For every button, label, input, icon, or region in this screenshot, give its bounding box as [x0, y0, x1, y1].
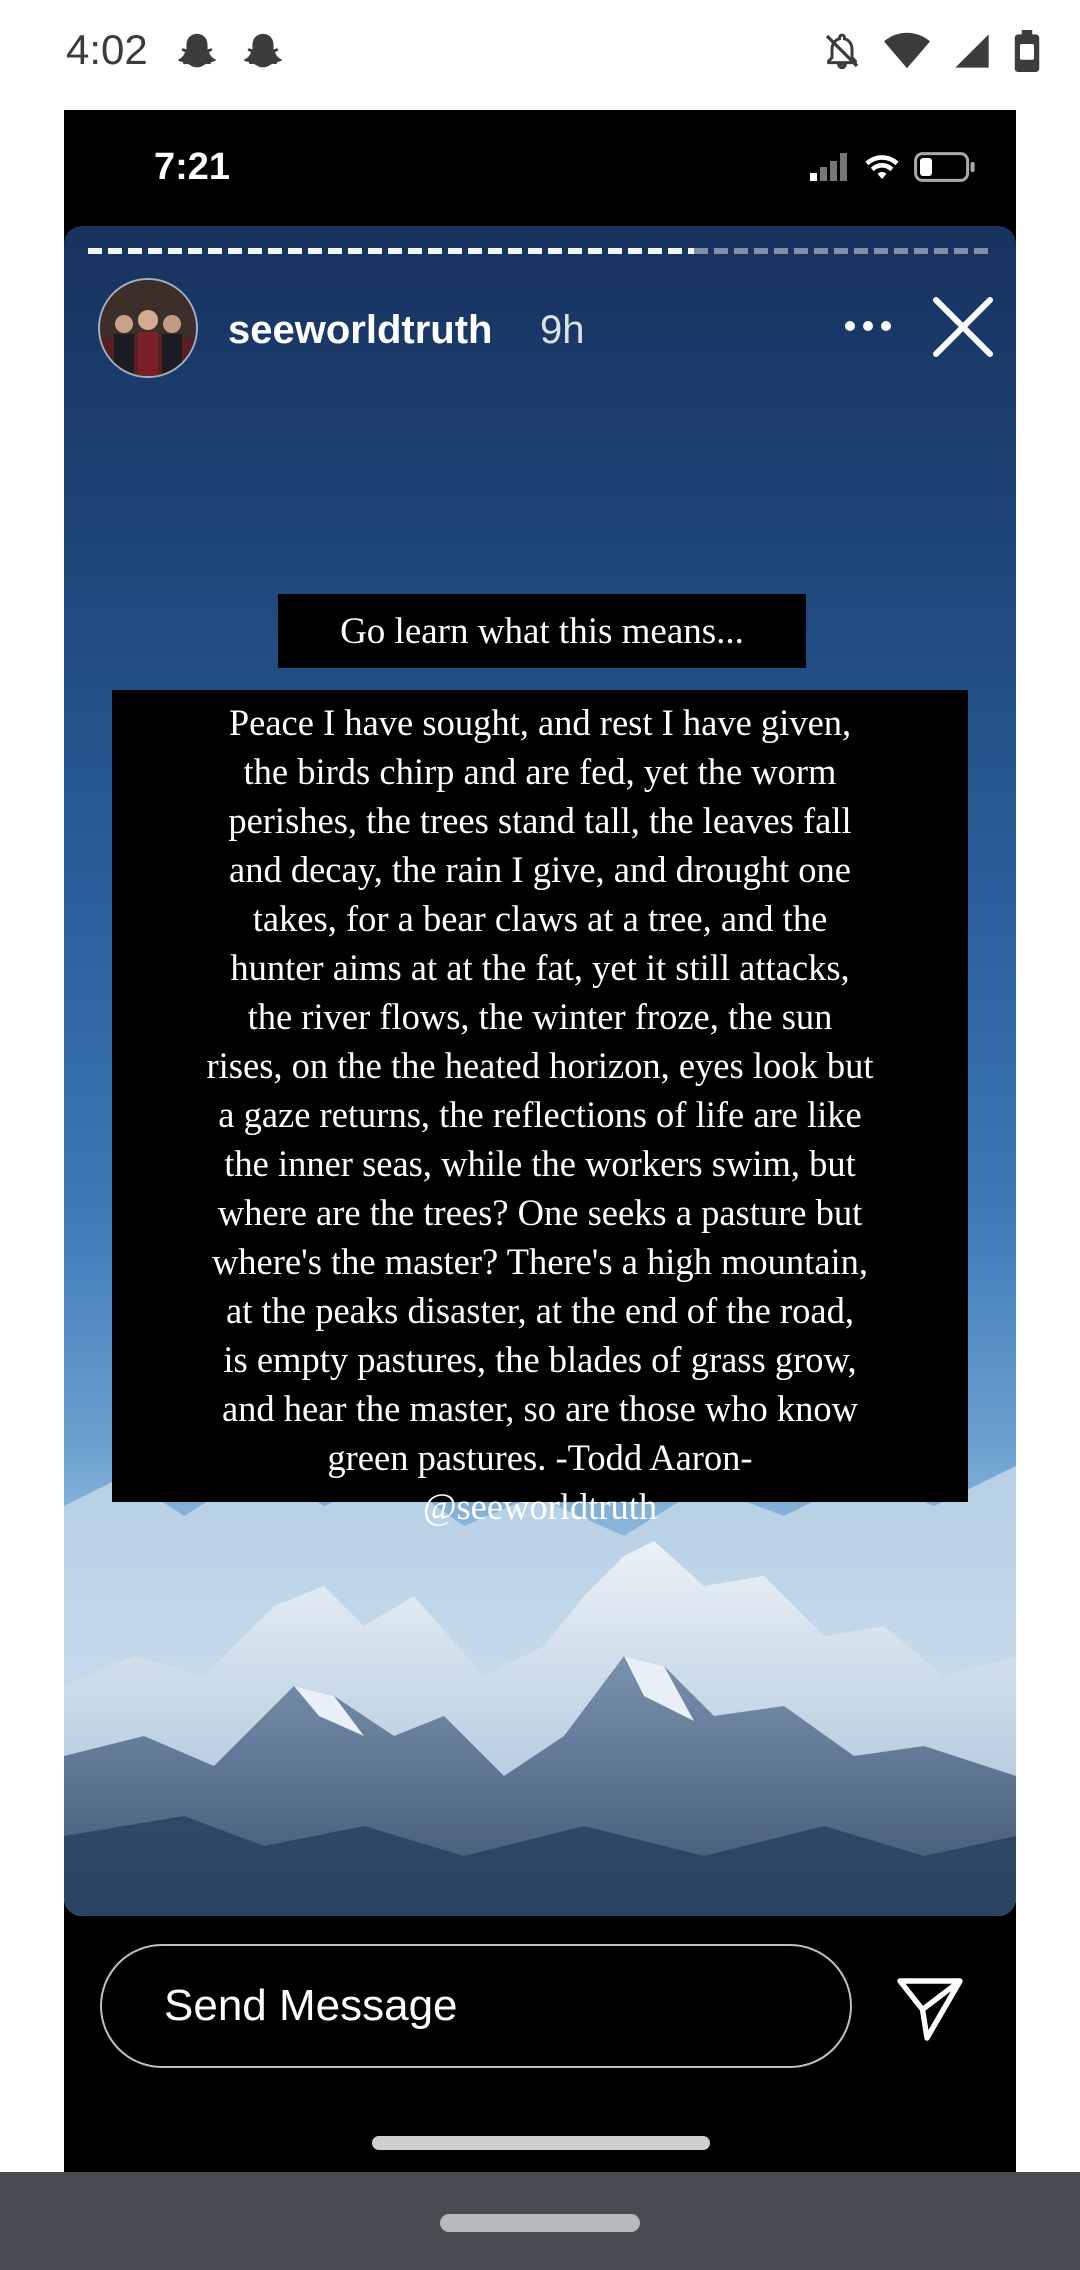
story-screen: 7:21 seeworldtruth 9h Go learn what this… [64, 110, 1016, 2172]
inner-status-bar: 7:21 [64, 110, 1016, 226]
battery-icon [1014, 30, 1040, 72]
poem-line: a gaze returns, the reflections of life … [218, 1094, 862, 1135]
poem-line: the river flows, the winter froze, the s… [247, 996, 833, 1037]
profile-photo [100, 280, 196, 376]
poem-line: @seeworldtruth [422, 1486, 658, 1527]
poem-line: hunter aims at at the fat, yet it still … [230, 947, 850, 988]
snapchat-ghost-icon [177, 33, 217, 68]
signal-icon [810, 153, 847, 181]
poem-line: Peace I have sought, and rest I have giv… [228, 702, 852, 743]
notifications-off-icon [825, 33, 859, 70]
wifi-icon [865, 155, 899, 179]
poem-line: where are the trees? One seeks a pasture… [217, 1192, 863, 1233]
poem-line: where's the master? There's a high mount… [211, 1241, 869, 1282]
poem-line: green pastures. -Todd Aaron- [327, 1437, 753, 1478]
story-card[interactable]: seeworldtruth 9h Go learn what this mean… [64, 226, 1016, 1916]
system-navigation-bar [0, 2172, 1080, 2270]
story-progress-bar [88, 248, 694, 254]
system-time: 4:02 [66, 26, 148, 73]
poem-line: at the peaks disaster, at the end of the… [226, 1290, 854, 1331]
story-timestamp: 9h [540, 308, 585, 352]
home-gesture-handle[interactable] [440, 2214, 640, 2232]
send-icon[interactable] [894, 1972, 966, 2044]
poem-line: rises, on the the heated horizon, eyes l… [206, 1045, 874, 1086]
snapchat-ghost-icon [243, 33, 283, 68]
inner-time: 7:21 [154, 146, 231, 188]
poem-line: and decay, the rain I give, and drought … [229, 849, 851, 890]
poem-line: takes, for a bear claws at a tree, and t… [252, 898, 828, 939]
more-options-icon[interactable] [838, 306, 898, 346]
poem-line: perishes, the trees stand tall, the leav… [228, 800, 852, 841]
system-status-bar: 4:02 [0, 0, 1080, 110]
send-message-input[interactable]: Send Message [100, 1944, 852, 2068]
close-icon[interactable] [928, 292, 998, 362]
story-progress-remaining [694, 248, 992, 254]
reply-bar: Send Message [64, 1916, 1016, 2172]
battery-icon [914, 152, 975, 182]
poem-line: the birds chirp and are fed, yet the wor… [243, 751, 837, 792]
poem-line: the inner seas, while the workers swim, … [224, 1143, 856, 1184]
send-message-placeholder: Send Message [164, 1981, 458, 2030]
avatar[interactable] [98, 278, 198, 378]
signal-icon [955, 34, 989, 68]
story-header: seeworldtruth 9h [98, 278, 993, 378]
inner-home-indicator[interactable] [372, 2136, 710, 2150]
poem-text-box: Peace I have sought, and rest I have giv… [112, 690, 968, 1527]
poem-line: is empty pastures, the blades of grass g… [223, 1339, 857, 1380]
poem-line: and hear the master, so are those who kn… [221, 1388, 859, 1429]
story-username[interactable]: seeworldtruth [228, 308, 492, 353]
story-caption: Go learn what this means... [278, 594, 806, 668]
wifi-icon [884, 32, 930, 69]
